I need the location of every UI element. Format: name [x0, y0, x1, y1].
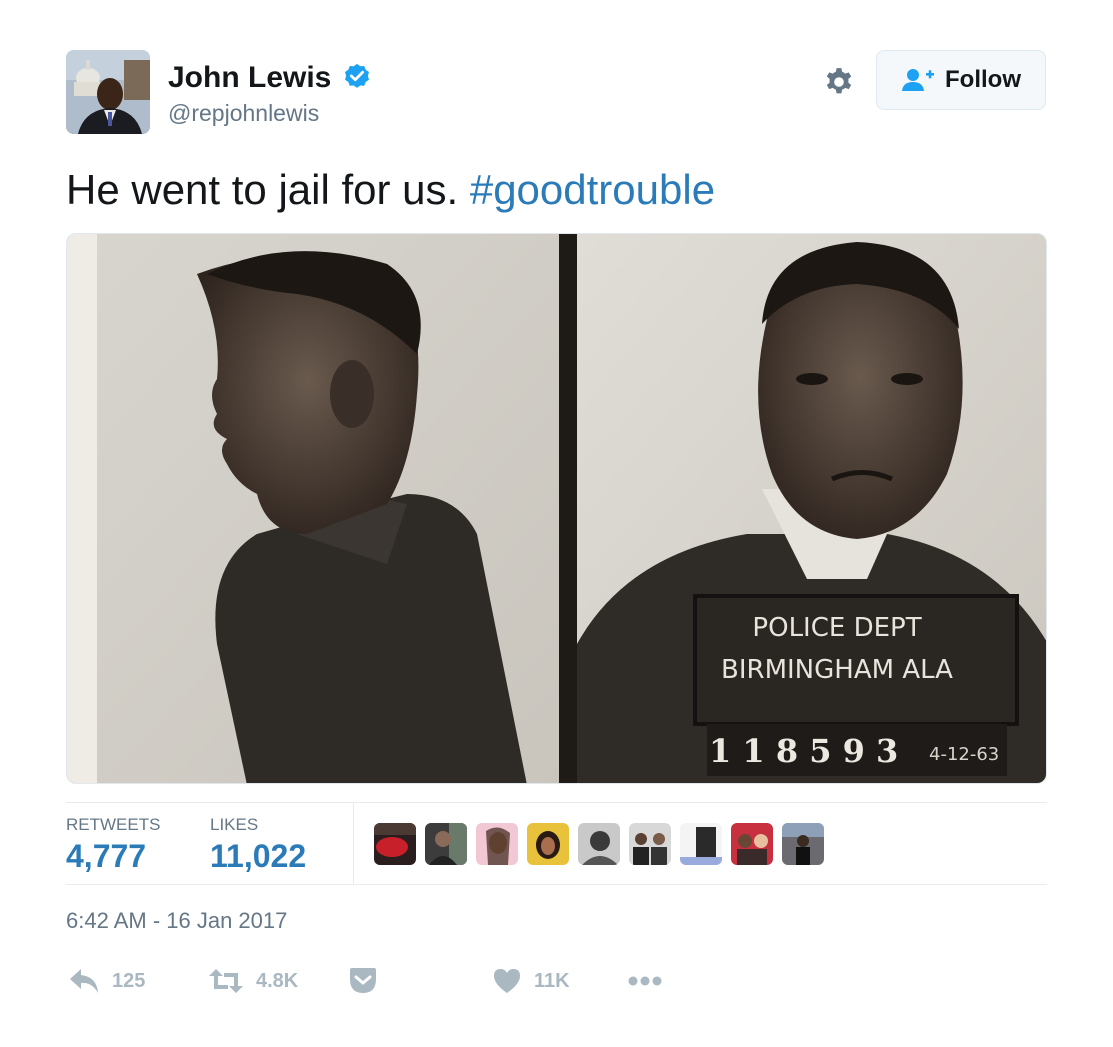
add-user-icon	[902, 69, 934, 91]
verified-badge-icon	[345, 63, 369, 88]
reply-count: 125	[112, 969, 146, 992]
likes-label: LIKES	[210, 815, 259, 834]
placard-line1: POLICE DEPT	[752, 613, 921, 643]
retweet-button[interactable]: 4.8K	[208, 964, 298, 998]
liker-avatar[interactable]	[782, 823, 824, 865]
gear-icon[interactable]	[822, 66, 856, 100]
liker-avatar[interactable]	[476, 823, 518, 865]
placard-line2: BIRMINGHAM ALA	[721, 655, 953, 685]
like-button[interactable]: 11K	[492, 964, 570, 998]
retweet-count: 4.8K	[256, 969, 299, 992]
likes-count[interactable]: 11,022	[210, 838, 306, 875]
pocket-icon	[350, 968, 376, 993]
liker-avatar[interactable]	[578, 823, 620, 865]
placard-number: 1 1 8 5 9 3	[709, 732, 898, 770]
author-avatar[interactable]	[66, 50, 150, 134]
liker-avatar[interactable]	[527, 823, 569, 865]
reply-button[interactable]: 125	[68, 964, 145, 998]
liker-avatars	[374, 823, 824, 865]
tweet-card: John Lewis @repjohnlewis Follow He went …	[0, 0, 1113, 1047]
liker-avatar[interactable]	[629, 823, 671, 865]
author-name[interactable]: John Lewis	[168, 60, 331, 96]
retweet-icon	[209, 969, 243, 993]
more-dots-icon	[628, 976, 662, 986]
author-handle[interactable]: @repjohnlewis	[168, 99, 319, 127]
tweet-text: He went to jail for us. #goodtrouble	[66, 164, 715, 216]
placard-date: 4-12-63	[929, 744, 999, 765]
tweet-photo[interactable]: POLICE DEPT BIRMINGHAM ALA 1 1 8 5 9 3 4…	[66, 233, 1047, 784]
liker-avatar[interactable]	[731, 823, 773, 865]
follow-button-label: Follow	[945, 66, 1021, 93]
tweet-timestamp[interactable]: 6:42 AM - 16 Jan 2017	[66, 908, 287, 934]
heart-icon	[494, 969, 520, 993]
stats-vertical-divider	[353, 802, 354, 884]
stats-top-divider	[66, 802, 1047, 803]
liker-avatar[interactable]	[425, 823, 467, 865]
hashtag-link[interactable]: #goodtrouble	[470, 166, 715, 213]
tweet-text-body: He went to jail for us.	[66, 166, 459, 213]
retweets-count[interactable]: 4,777	[66, 838, 146, 875]
like-count: 11K	[534, 969, 570, 992]
retweets-label: RETWEETS	[66, 815, 161, 834]
reply-icon	[70, 969, 98, 993]
more-button[interactable]	[627, 964, 663, 998]
pocket-button[interactable]	[348, 964, 378, 998]
liker-avatar[interactable]	[374, 823, 416, 865]
liker-avatar[interactable]	[680, 823, 722, 865]
stats-bottom-divider	[66, 884, 1047, 885]
follow-button[interactable]: Follow	[876, 50, 1046, 110]
